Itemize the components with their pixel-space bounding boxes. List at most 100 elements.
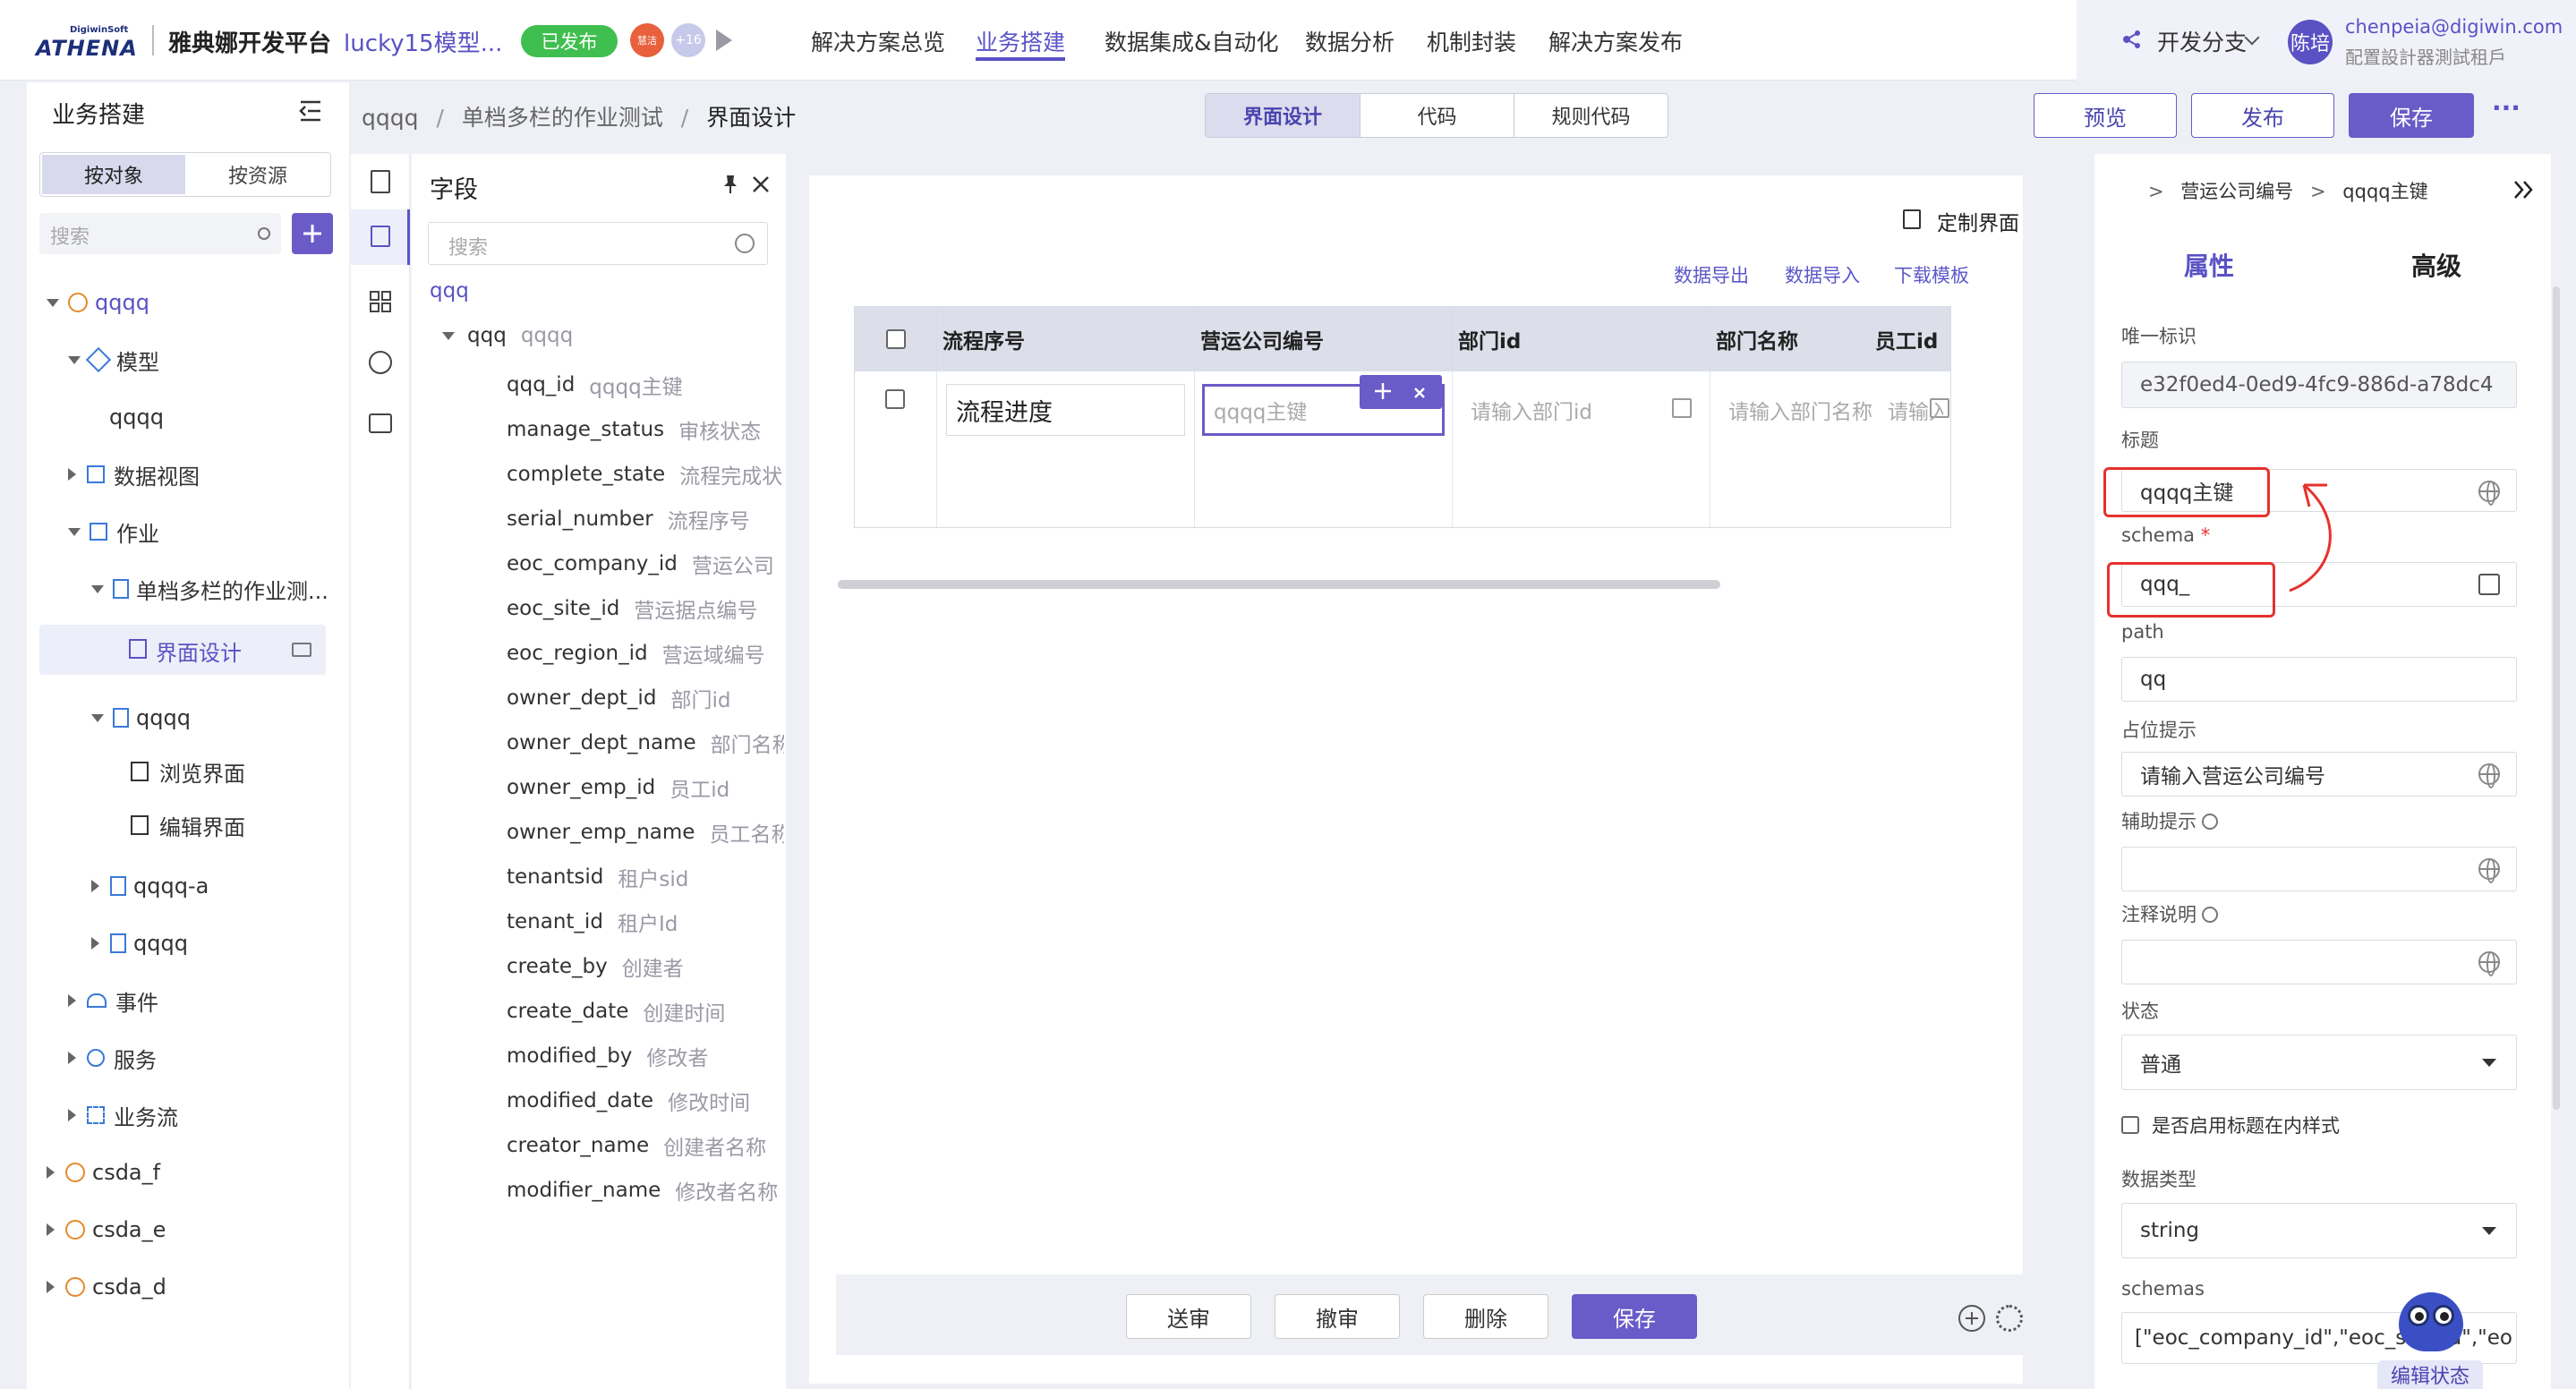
tree-item-qqqq-job[interactable]: qqqq (91, 700, 191, 736)
globe-icon[interactable] (2478, 951, 2500, 976)
tab-advanced[interactable]: 高级 (2411, 247, 2461, 283)
field-item[interactable]: create_date 创建时间 (507, 995, 725, 1027)
tree-item-edit-ui[interactable]: 编辑界面 (131, 807, 245, 843)
breadcrumb-app[interactable]: qqqq (362, 105, 418, 131)
breadcrumb-job[interactable]: 单档多栏的作业测试 (462, 105, 663, 131)
data-export-link[interactable]: 数据导出 (1674, 261, 1749, 288)
nav-solution-overview[interactable]: 解决方案总览 (811, 25, 945, 57)
tab-rule-code[interactable]: 规则代码 (1514, 94, 1668, 137)
tab-ui-design[interactable]: 界面设计 (1206, 94, 1360, 137)
field-item[interactable]: eoc_company_id 营运公司 (507, 548, 774, 580)
cell-value[interactable]: 流程进度 (946, 384, 1185, 436)
cell-placeholder[interactable]: 请输入部门id (1462, 384, 1701, 436)
expand-icon[interactable] (47, 298, 59, 307)
note-input[interactable] (2121, 940, 2517, 984)
field-item[interactable]: modifier_name 修改者名称 (507, 1174, 778, 1206)
move-icon[interactable] (1372, 380, 1394, 402)
tree-item-job[interactable]: 作业 (68, 514, 159, 550)
tab-code[interactable]: 代码 (1360, 94, 1514, 137)
fields-panel-toggle[interactable] (351, 209, 410, 265)
expand-icon[interactable] (47, 1223, 55, 1236)
globe-icon[interactable] (2478, 481, 2500, 506)
tab-properties[interactable]: 属性 (2184, 247, 2234, 283)
question-icon[interactable] (2202, 814, 2218, 830)
inline-title-option[interactable]: 是否启用标题在内样式 (2121, 1112, 2340, 1138)
expand-icon[interactable] (68, 1109, 76, 1121)
tree-item-model[interactable]: 模型 (68, 342, 159, 378)
terminal-icon[interactable] (369, 413, 392, 433)
publish-button[interactable]: 发布 (2191, 93, 2334, 138)
withdraw-review-button[interactable]: 撤审 (1275, 1294, 1400, 1339)
field-group[interactable]: qqq qqqq (442, 324, 573, 347)
add-button[interactable] (292, 213, 333, 254)
more-icon[interactable]: ··· (2492, 93, 2521, 123)
property-crumb-2[interactable]: qqqq主键 (2342, 181, 2427, 202)
field-item[interactable]: serial_number 流程序号 (507, 503, 750, 535)
collaborator-avatar[interactable]: 慧洁 (630, 23, 664, 57)
tree-item-event[interactable]: 事件 (68, 983, 158, 1018)
inline-title-checkbox[interactable] (2121, 1116, 2139, 1134)
search-icon[interactable] (258, 227, 270, 240)
collaborators-more-badge[interactable]: +16 (671, 23, 705, 57)
open-editor-icon[interactable] (2478, 574, 2500, 595)
placeholder-input[interactable]: 请输入营运公司编号 (2121, 752, 2517, 797)
field-item[interactable]: eoc_site_id 营运据点编号 (507, 592, 757, 625)
header-cell[interactable]: 员工id (1870, 307, 1950, 371)
tree-item-qqqq-a[interactable]: qqqq-a (91, 868, 209, 904)
edit-icon[interactable] (1672, 398, 1692, 418)
expand-icon[interactable] (68, 355, 81, 364)
field-item[interactable]: creator_name 创建者名称 (507, 1129, 766, 1162)
play-icon[interactable] (716, 30, 732, 51)
field-item[interactable]: create_by 创建者 (507, 950, 684, 983)
expand-icon[interactable] (91, 584, 104, 593)
delete-button[interactable]: 删除 (1423, 1294, 1548, 1339)
add-circle-icon[interactable] (1958, 1305, 1985, 1332)
nav-data-integration[interactable]: 数据集成&自动化 (1105, 25, 1279, 57)
user-avatar[interactable]: 陈培 (2288, 20, 2333, 64)
expand-icon[interactable] (47, 1166, 55, 1179)
close-icon[interactable] (750, 174, 772, 195)
dropdown-arrow-icon[interactable] (2482, 1059, 2496, 1067)
dropdown-arrow-icon[interactable] (2482, 1227, 2496, 1235)
field-item[interactable]: owner_dept_name 部门名称 (507, 727, 784, 759)
field-item[interactable]: tenant_id 租户Id (507, 906, 678, 938)
expand-icon[interactable] (91, 937, 99, 950)
fields-search-input[interactable]: 搜索 (428, 222, 768, 265)
expand-icon[interactable] (68, 468, 76, 481)
header-cell[interactable]: 流程序号 (937, 307, 1195, 371)
expand-panel-icon[interactable] (2512, 179, 2537, 200)
tree-item-qqqq-2[interactable]: qqqq (91, 925, 188, 961)
field-item[interactable]: eoc_region_id 营运域编号 (507, 637, 765, 669)
sidebar-search-input[interactable]: 搜索 (39, 213, 281, 254)
field-item[interactable]: owner_emp_id 员工id (507, 771, 729, 804)
form-save-button[interactable]: 保存 (1572, 1294, 1697, 1339)
collapse-sidebar-icon[interactable] (297, 98, 324, 124)
property-panel-scrollbar[interactable] (2553, 286, 2560, 1110)
list-icon[interactable] (371, 170, 390, 193)
header-cell[interactable]: 部门id (1453, 307, 1710, 371)
tree-item-browse-ui[interactable]: 浏览界面 (131, 754, 245, 789)
save-button[interactable]: 保存 (2349, 93, 2474, 138)
status-select[interactable]: 普通 (2121, 1035, 2517, 1090)
nav-business-build[interactable]: 业务搭建 (976, 25, 1065, 57)
path-input[interactable]: qq (2121, 657, 2517, 702)
components-icon[interactable] (369, 290, 392, 313)
tree-item-qqqq-root[interactable]: qqqq (47, 285, 149, 320)
custom-ui-link[interactable]: 定制界面 (1937, 206, 2019, 236)
tree-item-csda-f[interactable]: csda_f (47, 1155, 160, 1190)
field-item[interactable]: manage_status 审核状态 (507, 413, 761, 446)
tree-item-single-multicolumn-job[interactable]: 单档多栏的作业测... (91, 571, 328, 607)
cell-placeholder[interactable]: 请输入 (1879, 384, 1943, 436)
horizontal-scrollbar[interactable] (838, 580, 1720, 589)
tab-by-resource[interactable]: 按资源 (187, 155, 328, 194)
fields-root[interactable]: qqq (430, 279, 469, 303)
project-name[interactable]: lucky15模型... (344, 25, 502, 58)
branch-icon[interactable] (2121, 29, 2143, 50)
tree-item-service[interactable]: 服务 (68, 1040, 157, 1076)
expand-icon[interactable] (91, 880, 99, 892)
remove-icon[interactable] (1412, 383, 1428, 399)
field-item[interactable]: owner_emp_name 员工名称 (507, 816, 784, 848)
nav-data-analysis[interactable]: 数据分析 (1305, 25, 1395, 57)
download-template-link[interactable]: 下载模板 (1894, 261, 1969, 288)
expand-icon[interactable] (442, 331, 455, 340)
